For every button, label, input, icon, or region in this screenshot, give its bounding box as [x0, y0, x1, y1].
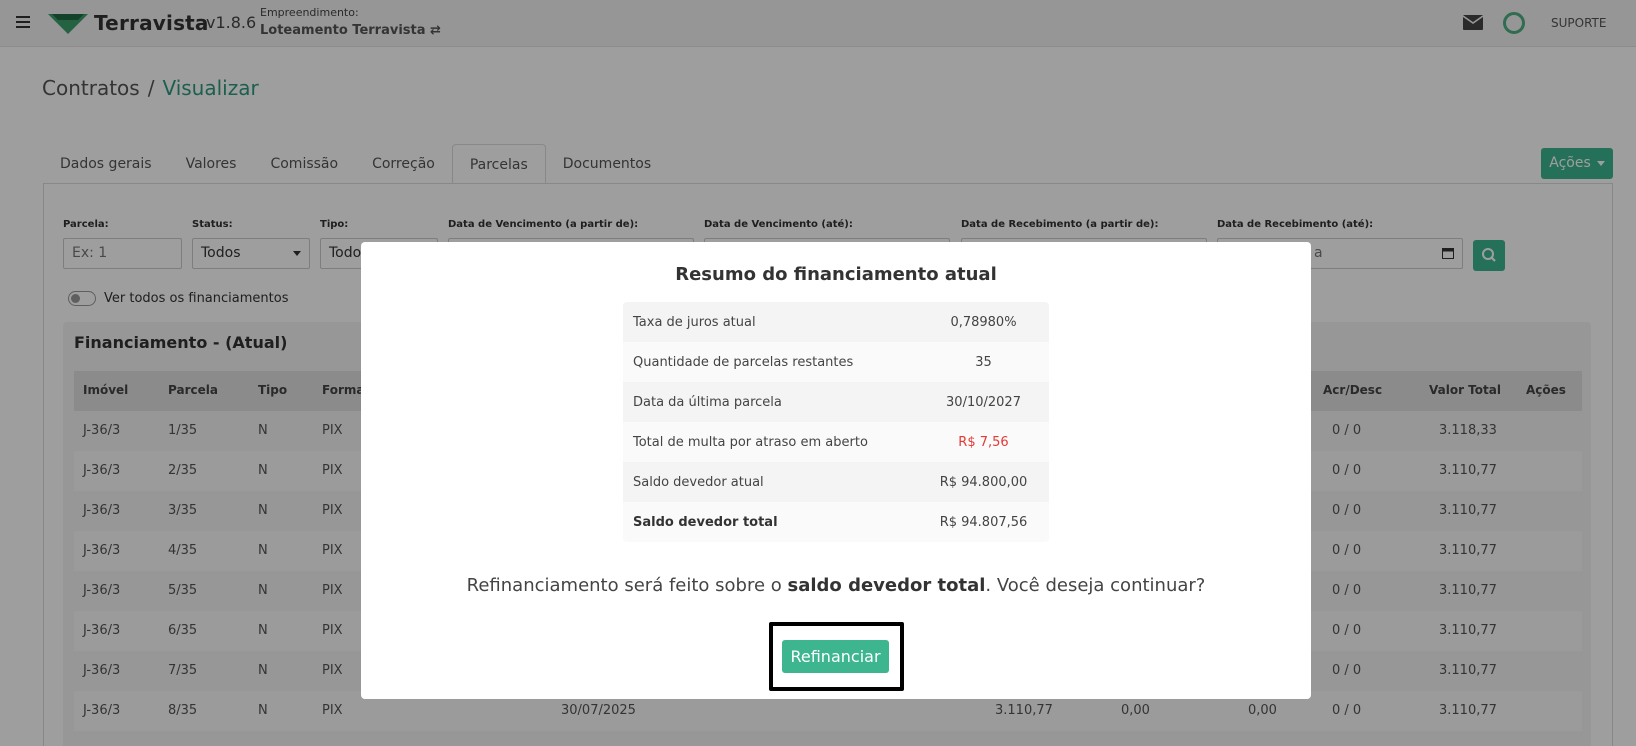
summary-label: Data da última parcela — [633, 394, 782, 410]
summary-row: Taxa de juros atual 0,78980% — [623, 302, 1049, 342]
question-text-post: . Você deseja continuar? — [985, 575, 1206, 596]
summary-label: Total de multa por atraso em aberto — [633, 434, 868, 450]
summary-label-total: Saldo devedor total — [633, 514, 778, 530]
summary-value-total: R$ 94.807,56 — [939, 514, 1028, 530]
refinance-modal: Resumo do financiamento atual Taxa de ju… — [361, 242, 1311, 699]
summary-row: Quantidade de parcelas restantes 35 — [623, 342, 1049, 382]
question-text-bold: saldo devedor total — [787, 575, 986, 596]
summary-label: Taxa de juros atual — [633, 314, 756, 330]
summary-row: Total de multa por atraso em aberto R$ 7,… — [623, 422, 1049, 462]
summary-value: R$ 94.800,00 — [939, 474, 1028, 490]
summary-row: Saldo devedor atual R$ 94.800,00 — [623, 462, 1049, 502]
refinance-button[interactable]: Refinanciar — [782, 640, 889, 673]
summary-value-late-fee: R$ 7,56 — [958, 434, 1009, 450]
summary-value: 0,78980% — [950, 314, 1017, 330]
summary-value: 30/10/2027 — [946, 394, 1021, 410]
summary-row: Saldo devedor total R$ 94.807,56 — [623, 502, 1049, 542]
summary-label: Quantidade de parcelas restantes — [633, 354, 854, 370]
question-text-pre: Refinanciamento será feito sobre o — [466, 575, 788, 596]
modal-title: Resumo do financiamento atual — [675, 264, 997, 285]
summary-label: Saldo devedor atual — [633, 474, 764, 490]
summary-row: Data da última parcela 30/10/2027 — [623, 382, 1049, 422]
summary-value: 35 — [975, 354, 992, 370]
confirm-question: Refinanciamento será feito sobre o saldo… — [361, 575, 1311, 596]
financing-summary: Taxa de juros atual 0,78980% Quantidade d… — [623, 302, 1049, 542]
